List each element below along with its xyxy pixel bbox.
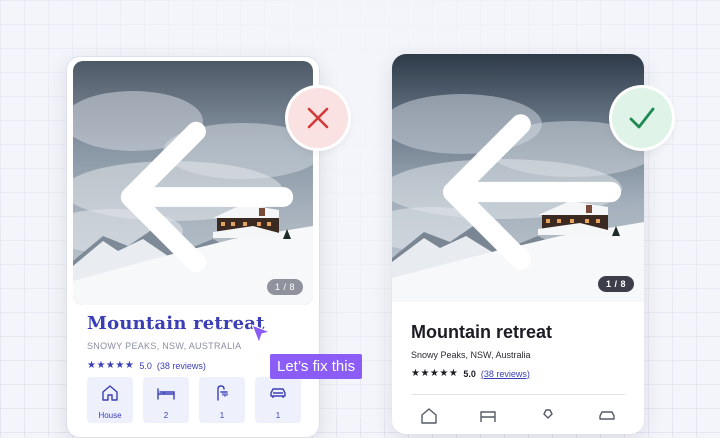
good-example-card: 1 / 8 Mountain retreat Snowy Peaks, NSW,… xyxy=(392,54,644,434)
listing-location: Snowy Peaks, NSW, Australia xyxy=(411,350,531,360)
rating-stars: ★★★★★ xyxy=(411,368,459,379)
listing-title: Mountain retreat xyxy=(411,322,553,342)
photo-counter: 1 / 8 xyxy=(266,279,303,295)
car-icon xyxy=(599,411,615,420)
amenity-bathrooms: 1 xyxy=(199,377,245,423)
photo-counter: 1 / 8 xyxy=(597,276,634,292)
amenity-label: 1 xyxy=(275,411,281,420)
bad-example-card: 1 / 8 Mountain retreat SNOWY PEAKS, NSW,… xyxy=(66,56,320,438)
check-icon xyxy=(629,107,655,129)
rating-score: 5.0 xyxy=(463,368,476,379)
amenity-parking: 1 xyxy=(255,377,301,423)
amenity-label: House xyxy=(98,411,122,420)
shower-icon xyxy=(542,409,553,419)
rating-score: 5.0 xyxy=(139,360,152,371)
listing-photo[interactable]: 1 / 8 xyxy=(392,54,644,302)
amenities-row xyxy=(411,406,625,426)
house-icon xyxy=(102,385,118,401)
cursor-icon xyxy=(251,324,271,344)
rating-row: ★★★★★ 5.0 (38 reviews) xyxy=(87,360,206,371)
correct-badge xyxy=(612,88,672,148)
incorrect-badge xyxy=(288,88,348,148)
shower-icon xyxy=(217,385,228,401)
listing-photo[interactable]: 1 / 8 xyxy=(73,61,313,305)
amenity-label: 2 xyxy=(163,411,169,420)
back-arrow-icon[interactable] xyxy=(406,68,644,302)
house-icon xyxy=(421,408,437,424)
amenity-house: House xyxy=(87,377,133,423)
amenities-row: House 2 1 1 xyxy=(87,377,301,423)
rating-row: ★★★★★ 5.0 (38 reviews) xyxy=(411,368,530,379)
car-icon xyxy=(270,388,286,398)
divider xyxy=(411,394,625,395)
rating-stars: ★★★★★ xyxy=(87,360,135,371)
reviews-link[interactable]: (38 reviews) xyxy=(481,369,530,379)
amenity-label: 1 xyxy=(219,411,225,420)
amenity-bedrooms: 2 xyxy=(143,377,189,423)
reviews-link[interactable]: (38 reviews) xyxy=(157,361,206,371)
bed-icon xyxy=(480,411,497,422)
x-icon xyxy=(307,107,329,129)
listing-title: Mountain retreat xyxy=(87,313,265,334)
fix-tooltip: Let’s fix this xyxy=(270,354,363,379)
bed-icon xyxy=(157,388,175,400)
listing-location: SNOWY PEAKS, NSW, AUSTRALIA xyxy=(87,341,242,351)
back-arrow-icon[interactable] xyxy=(87,75,313,305)
